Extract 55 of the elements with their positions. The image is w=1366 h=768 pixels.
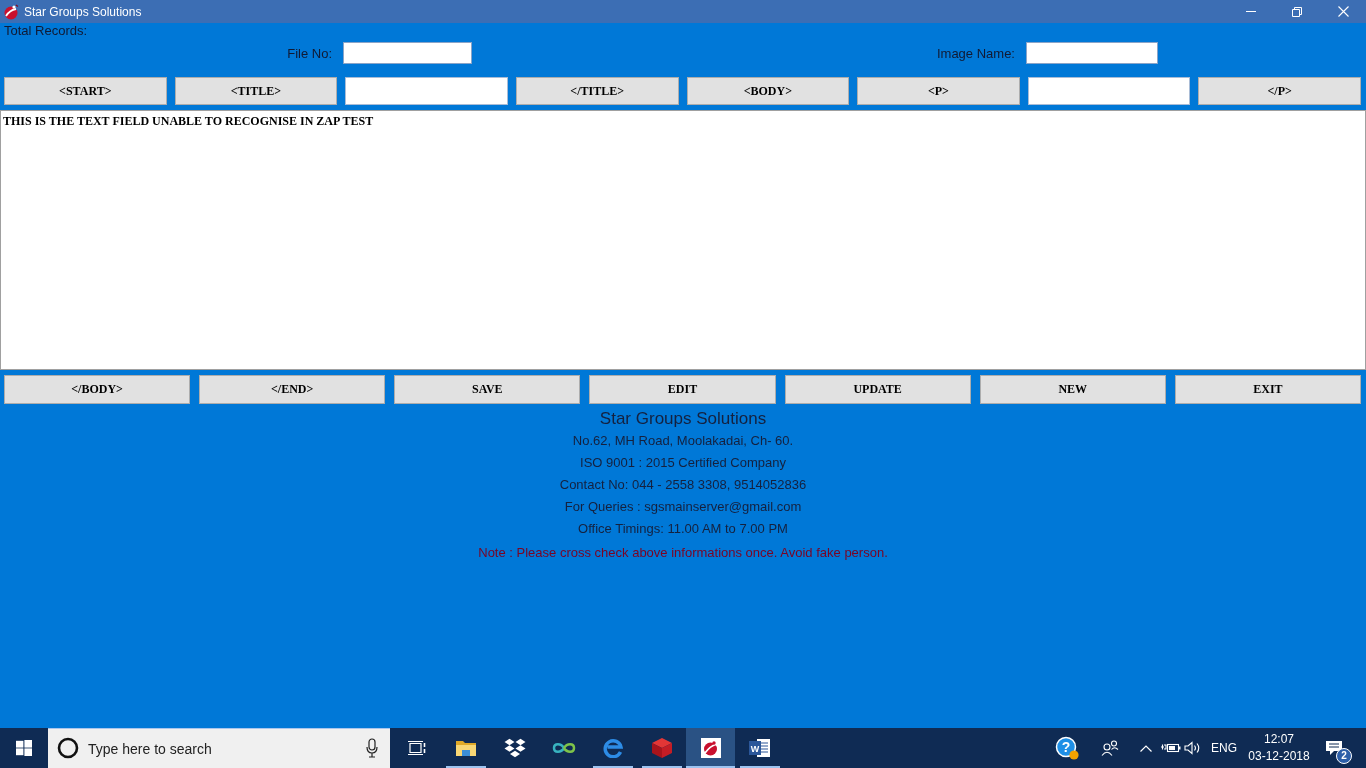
- notification-count-badge: 2: [1336, 748, 1352, 764]
- task-view-icon: [406, 740, 427, 756]
- folder-icon: [455, 740, 476, 756]
- action-button[interactable]: </BODY>: [4, 375, 191, 404]
- circle-icon: [57, 737, 79, 759]
- minimize-icon: [1246, 11, 1256, 12]
- taskbar-app-button[interactable]: [686, 728, 735, 768]
- tag-button[interactable]: <P>: [857, 77, 1020, 105]
- tag-button[interactable]: <START>: [4, 77, 167, 105]
- battery-icon: [1161, 742, 1181, 754]
- action-button[interactable]: UPDATE: [784, 375, 971, 404]
- notifications-button[interactable]: 2: [1310, 728, 1358, 768]
- text-field[interactable]: [1026, 42, 1158, 64]
- search-field[interactable]: Type here to search: [48, 728, 390, 768]
- caret-up-icon: [1140, 744, 1152, 752]
- field-label: Image Name:: [936, 45, 1015, 61]
- total-records-label: Total Records:: [4, 23, 88, 38]
- tag-button[interactable]: <BODY>: [686, 77, 850, 105]
- clock-button[interactable]: 12:07 03-12-2018: [1248, 728, 1310, 768]
- language-button[interactable]: ENG: [1208, 728, 1240, 768]
- people-icon: [1101, 740, 1119, 756]
- text-area-field[interactable]: THIS IS THE TEXT FIELD UNABLE TO RECOGNISE IN ZAP TEST: [0, 110, 1366, 370]
- tag-text-field[interactable]: [345, 77, 508, 105]
- tag-text-field[interactable]: [1027, 77, 1191, 105]
- action-button[interactable]: EDIT: [589, 375, 776, 404]
- company-detail-text: No.62, MH Road, Moolakadai, Ch- 60.: [572, 432, 794, 450]
- company-detail-text: ISO 9001 : 2015 Certified Company: [580, 454, 786, 472]
- company-detail-text: For Queries : sgsmainserver@gmail.com: [564, 498, 802, 516]
- company-detail-text: Office Timings: 11.00 AM to 7.00 PM: [578, 520, 788, 538]
- window-title: Star Groups Solutions: [24, 4, 142, 19]
- microphone-icon: [366, 738, 378, 758]
- cube-icon: [650, 737, 673, 759]
- speaker-icon: [1184, 741, 1202, 755]
- tag-button[interactable]: </P>: [1198, 77, 1361, 105]
- action-button[interactable]: SAVE: [394, 375, 581, 404]
- close-icon: [1337, 6, 1349, 17]
- message-icon: [1325, 740, 1343, 756]
- help-icon: ?: [1055, 736, 1079, 760]
- tag-button[interactable]: </TITLE>: [515, 77, 679, 105]
- tag-button[interactable]: <TITLE>: [174, 77, 338, 105]
- company-detail-text: Contact No: 044 - 2558 3308, 9514052836: [559, 476, 807, 494]
- action-button[interactable]: NEW: [979, 375, 1166, 404]
- windows-logo-icon: [16, 740, 32, 756]
- text-field[interactable]: [343, 42, 472, 64]
- company-name: Star Groups Solutions: [599, 408, 767, 430]
- infinity-icon: [551, 741, 576, 755]
- letter-e-icon: [602, 738, 623, 758]
- action-button[interactable]: </END>: [199, 375, 386, 404]
- field-label: File No:: [287, 45, 332, 61]
- app-logo-icon: [3, 3, 19, 20]
- action-button[interactable]: EXIT: [1174, 375, 1361, 404]
- app-logo-icon: [700, 738, 721, 758]
- warning-note: Note : Please cross check above informations once. Avoid fake person.: [478, 544, 888, 562]
- diamonds-icon: [503, 738, 526, 758]
- restore-icon: [1292, 6, 1302, 17]
